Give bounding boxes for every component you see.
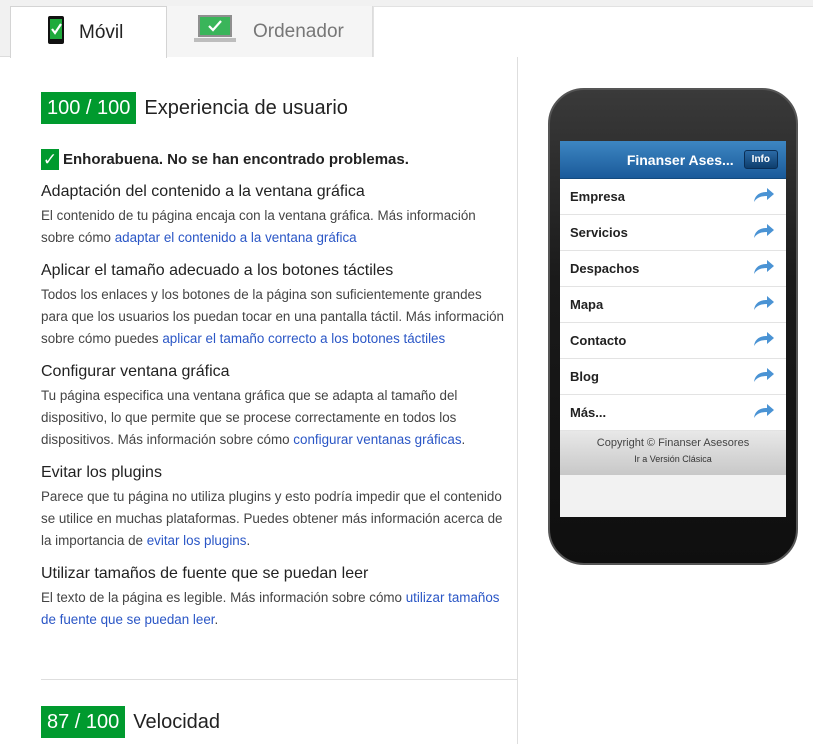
section-divider [41,679,517,680]
app-menu-item: Más... [560,395,786,431]
rule-text: Parece que tu página no utiliza plugins … [41,486,511,552]
rule-body: El texto de la página es legible. Más in… [41,590,406,605]
app-menu-item-label: Servicios [570,225,628,240]
app-menu-item-label: Empresa [570,189,625,204]
congrats-message: ✓ Enhorabuena. No se han encontrado prob… [41,149,511,170]
rule-configure-viewport: Configurar ventana gráfica Tu página esp… [41,362,511,451]
info-button: Info [743,150,778,169]
forward-arrow-icon [752,294,776,315]
rule-body: Parece que tu página no utiliza plugins … [41,489,503,548]
rule-tap-targets: Aplicar el tamaño adecuado a los botones… [41,261,511,350]
speed-score-row: 87 / 100 Velocidad [41,706,220,738]
column-divider [517,57,518,744]
rule-tail: . [214,612,219,627]
app-menu-item-label: Más... [570,405,607,420]
rule-text: El texto de la página es legible. Más in… [41,587,511,631]
forward-arrow-icon [752,186,776,207]
ux-results: 100 / 100 Experiencia de usuario ✓ Enhor… [41,57,511,631]
tab-mobile[interactable]: Móvil [10,6,167,58]
app-menu-item-label: Blog [570,369,599,384]
phone-screen-preview: Finanser Ases... Info Empresa Servicios De… [560,141,786,517]
rule-avoid-plugins: Evitar los plugins Parece que tu página … [41,463,511,552]
rule-viewport-content: Adaptación del contenido a la ventana gr… [41,182,511,249]
rule-link[interactable]: configurar ventanas gráficas [293,432,461,447]
rule-text: Todos los enlaces y los botones de la pá… [41,284,511,350]
rule-title: Evitar los plugins [41,464,162,481]
app-menu-item-label: Mapa [570,297,604,312]
desktop-check-icon [193,14,237,50]
forward-arrow-icon [752,258,776,279]
rule-tail: . [246,533,251,548]
ux-score-badge: 100 / 100 [41,92,137,124]
app-menu-item: Servicios [560,215,786,251]
forward-arrow-icon [752,402,776,423]
app-menu-item: Contacto [560,323,786,359]
tab-desktop[interactable]: Ordenador [167,6,373,57]
app-title: Finanser Ases... [626,151,734,168]
speed-score-label: Velocidad [133,710,221,733]
rule-legible-font: Utilizar tamaños de fuente que se puedan… [41,564,511,631]
app-menu-item: Mapa [560,287,786,323]
classic-version-link: Ir a Versión Clásica [634,454,712,464]
forward-arrow-icon [752,366,776,387]
rule-link[interactable]: evitar los plugins [147,533,247,548]
tab-desktop-label: Ordenador [253,20,344,42]
app-menu-item: Despachos [560,251,786,287]
forward-arrow-icon [752,330,776,351]
device-tab-bar: Móvil Ordenador [0,0,813,58]
rule-text: El contenido de tu página encaja con la … [41,205,511,249]
congrats-text: Enhorabuena. No se han encontrado proble… [63,151,409,168]
ux-score-label: Experiencia de usuario [144,96,348,119]
tab-strip-filler [373,6,813,57]
app-menu-item: Empresa [560,179,786,215]
rule-tail: . [461,432,466,447]
app-menu: Empresa Servicios Despachos Mapa Contacto Blo… [560,179,786,431]
app-footer: Copyright © Finanser Asesores Ir a Versi… [560,431,786,475]
rule-link[interactable]: adaptar el contenido a la ventana gráfic… [115,230,357,245]
app-menu-item-label: Contacto [570,333,627,348]
rule-title: Aplicar el tamaño adecuado a los botones… [41,262,394,279]
mobile-check-icon [47,15,65,51]
tab-mobile-label: Móvil [79,21,124,43]
forward-arrow-icon [752,222,776,243]
app-header: Finanser Ases... Info [560,141,786,179]
rule-title: Configurar ventana gráfica [41,363,230,380]
rule-link[interactable]: aplicar el tamaño correcto a los botones… [162,331,445,346]
rule-title: Adaptación del contenido a la ventana gr… [41,183,365,200]
speed-score-badge: 87 / 100 [41,706,126,738]
rule-text: Tu página especifica una ventana gráfica… [41,385,511,451]
ux-score-row: 100 / 100 Experiencia de usuario [41,92,511,124]
rule-title: Utilizar tamaños de fuente que se puedan… [41,565,369,582]
check-icon: ✓ [41,149,59,170]
app-menu-item-label: Despachos [570,261,640,276]
copyright-text: Copyright © Finanser Asesores [596,437,750,449]
app-menu-item: Blog [560,359,786,395]
